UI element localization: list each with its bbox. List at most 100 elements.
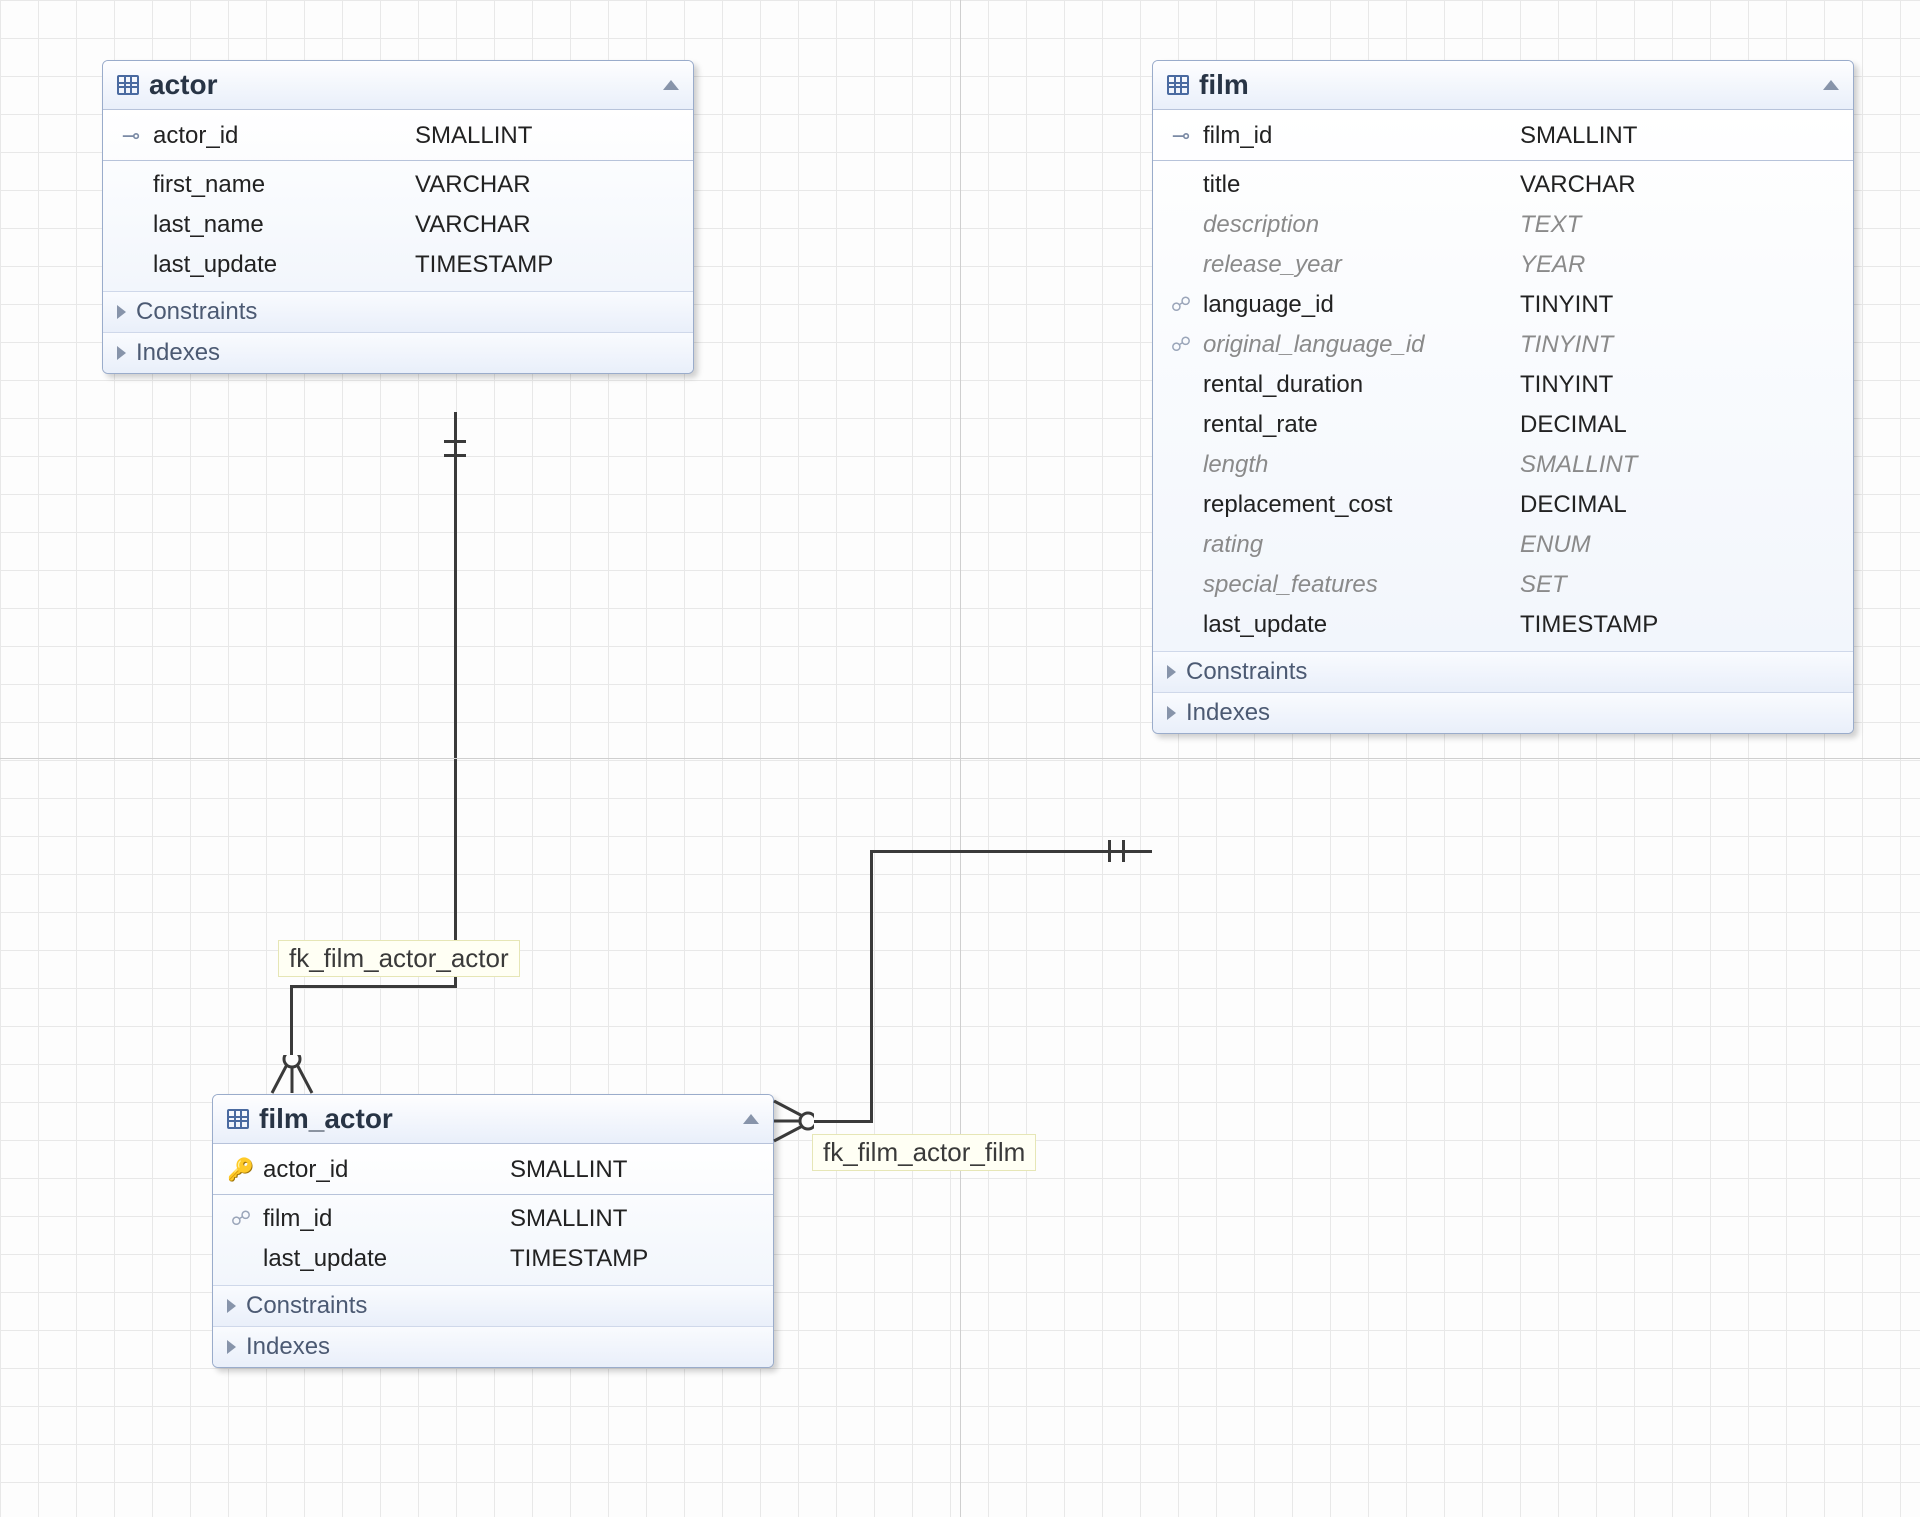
- collapse-icon[interactable]: [663, 80, 679, 90]
- column-type: TEXT: [1520, 207, 1837, 243]
- section-label: Indexes: [246, 1333, 330, 1361]
- column-row[interactable]: last_update TIMESTAMP: [1153, 605, 1853, 645]
- fk-icon: ☍: [1159, 330, 1203, 360]
- column-row[interactable]: ⊸ film_id SMALLINT: [1153, 116, 1853, 161]
- section-label: Indexes: [1186, 699, 1270, 727]
- pk-fk-icon: 🔑: [219, 1154, 263, 1187]
- column-row[interactable]: last_name VARCHAR: [103, 205, 693, 245]
- pk-icon: ⊸: [1159, 120, 1203, 153]
- column-name: original_language_id: [1203, 327, 1520, 363]
- entity-film-columns: ⊸ film_id SMALLINT title VARCHAR descrip…: [1153, 110, 1853, 651]
- crowfoot-icon: [268, 1055, 316, 1095]
- erd-canvas[interactable]: actor ⊸ actor_id SMALLINT first_name VAR…: [0, 0, 1920, 1517]
- column-row[interactable]: ☍ language_id TINYINT: [1153, 285, 1853, 325]
- column-type: SMALLINT: [415, 118, 677, 154]
- column-row[interactable]: rental_duration TINYINT: [1153, 365, 1853, 405]
- entity-actor-title: actor: [149, 69, 653, 101]
- column-name: rental_rate: [1203, 407, 1520, 443]
- chevron-right-icon: [1167, 665, 1176, 679]
- entity-actor-columns: ⊸ actor_id SMALLINT first_name VARCHAR l…: [103, 110, 693, 291]
- entity-film-actor[interactable]: film_actor 🔑 actor_id SMALLINT ☍ film_id…: [212, 1094, 774, 1368]
- column-row[interactable]: description TEXT: [1153, 205, 1853, 245]
- column-name: length: [1203, 447, 1520, 483]
- column-name: rating: [1203, 527, 1520, 563]
- entity-film-actor-indexes[interactable]: Indexes: [213, 1326, 773, 1367]
- entity-actor-header[interactable]: actor: [103, 61, 693, 110]
- column-row[interactable]: last_update TIMESTAMP: [103, 245, 693, 285]
- pk-icon: ⊸: [109, 120, 153, 153]
- column-type: ENUM: [1520, 527, 1837, 563]
- column-name: language_id: [1203, 287, 1520, 323]
- collapse-icon[interactable]: [743, 1114, 759, 1124]
- column-row[interactable]: ⊸ actor_id SMALLINT: [103, 116, 693, 161]
- collapse-icon[interactable]: [1823, 80, 1839, 90]
- column-name: last_update: [1203, 607, 1520, 643]
- column-name: rental_duration: [1203, 367, 1520, 403]
- column-name: film_id: [263, 1201, 510, 1237]
- cardinality-one-tick: [444, 454, 466, 457]
- entity-actor-indexes[interactable]: Indexes: [103, 332, 693, 373]
- section-label: Constraints: [136, 298, 257, 326]
- column-name: last_name: [153, 207, 415, 243]
- section-label: Constraints: [246, 1292, 367, 1320]
- fk-icon: ☍: [1159, 290, 1203, 320]
- fk-icon: ☍: [219, 1204, 263, 1234]
- column-row[interactable]: 🔑 actor_id SMALLINT: [213, 1150, 773, 1195]
- entity-film-actor-constraints[interactable]: Constraints: [213, 1285, 773, 1326]
- section-label: Constraints: [1186, 658, 1307, 686]
- column-row[interactable]: first_name VARCHAR: [103, 165, 693, 205]
- column-row[interactable]: ☍ original_language_id TINYINT: [1153, 325, 1853, 365]
- chevron-right-icon: [117, 305, 126, 319]
- column-type: VARCHAR: [415, 207, 677, 243]
- column-name: description: [1203, 207, 1520, 243]
- column-row[interactable]: replacement_cost DECIMAL: [1153, 485, 1853, 525]
- cardinality-one-tick: [1108, 840, 1111, 862]
- fk-label-film[interactable]: fk_film_actor_film: [812, 1134, 1036, 1171]
- entity-film-constraints[interactable]: Constraints: [1153, 651, 1853, 692]
- table-icon: [117, 75, 139, 95]
- column-type: SMALLINT: [1520, 447, 1837, 483]
- column-type: DECIMAL: [1520, 407, 1837, 443]
- column-row[interactable]: ☍ film_id SMALLINT: [213, 1199, 773, 1239]
- column-row[interactable]: release_year YEAR: [1153, 245, 1853, 285]
- column-row[interactable]: title VARCHAR: [1153, 165, 1853, 205]
- column-type: TINYINT: [1520, 327, 1837, 363]
- entity-film-indexes[interactable]: Indexes: [1153, 692, 1853, 733]
- entity-actor-constraints[interactable]: Constraints: [103, 291, 693, 332]
- column-name: actor_id: [263, 1152, 510, 1188]
- column-row[interactable]: rental_rate DECIMAL: [1153, 405, 1853, 445]
- entity-film-header[interactable]: film: [1153, 61, 1853, 110]
- column-row[interactable]: rating ENUM: [1153, 525, 1853, 565]
- section-label: Indexes: [136, 339, 220, 367]
- chevron-right-icon: [227, 1299, 236, 1313]
- fk-label-actor[interactable]: fk_film_actor_actor: [278, 940, 520, 977]
- entity-film[interactable]: film ⊸ film_id SMALLINT title VARCHAR de…: [1152, 60, 1854, 734]
- table-icon: [227, 1109, 249, 1129]
- column-type: SMALLINT: [510, 1152, 757, 1188]
- entity-film-actor-title: film_actor: [259, 1103, 733, 1135]
- rel-actor-filmactor-line: [290, 985, 293, 1057]
- column-type: VARCHAR: [1520, 167, 1837, 203]
- entity-film-title: film: [1199, 69, 1813, 101]
- column-type: SET: [1520, 567, 1837, 603]
- column-name: title: [1203, 167, 1520, 203]
- column-name: release_year: [1203, 247, 1520, 283]
- column-name: last_update: [153, 247, 415, 283]
- column-type: SMALLINT: [1520, 118, 1837, 154]
- column-type: TIMESTAMP: [510, 1241, 757, 1277]
- rel-film-filmactor-line: [870, 850, 873, 1122]
- crowfoot-icon: [772, 1096, 814, 1146]
- column-type: SMALLINT: [510, 1201, 757, 1237]
- column-name: film_id: [1203, 118, 1520, 154]
- column-name: actor_id: [153, 118, 415, 154]
- cardinality-one-tick: [444, 440, 466, 443]
- entity-film-actor-header[interactable]: film_actor: [213, 1095, 773, 1144]
- column-row[interactable]: length SMALLINT: [1153, 445, 1853, 485]
- column-row[interactable]: special_features SET: [1153, 565, 1853, 605]
- chevron-right-icon: [227, 1340, 236, 1354]
- column-type: YEAR: [1520, 247, 1837, 283]
- chevron-right-icon: [1167, 706, 1176, 720]
- column-type: TINYINT: [1520, 367, 1837, 403]
- column-row[interactable]: last_update TIMESTAMP: [213, 1239, 773, 1279]
- entity-actor[interactable]: actor ⊸ actor_id SMALLINT first_name VAR…: [102, 60, 694, 374]
